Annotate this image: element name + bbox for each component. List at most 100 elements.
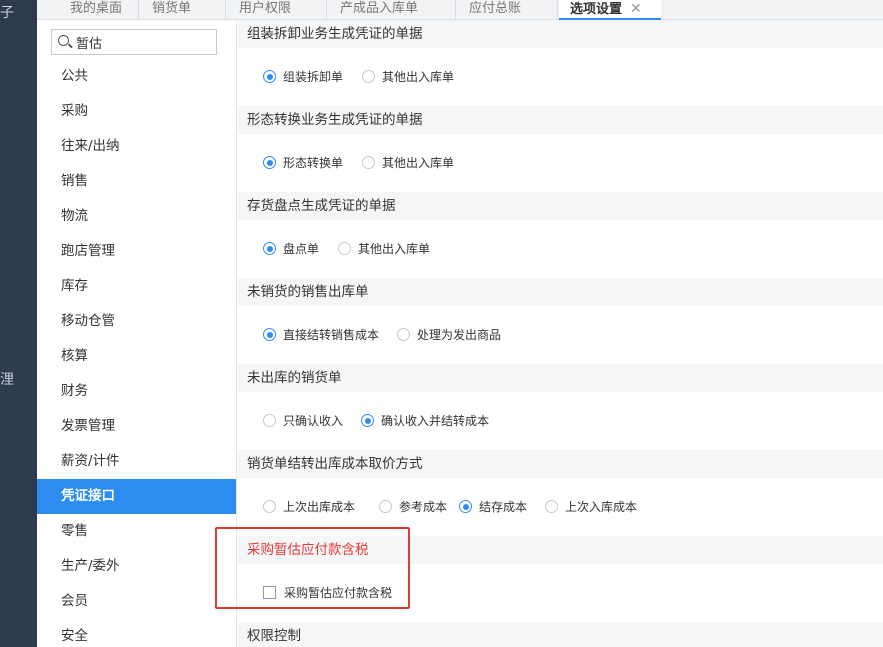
tab-label: 应付总账 <box>469 1 522 16</box>
radio-option[interactable]: 形态转换单 <box>263 154 343 172</box>
section-body: 形态转换单 其他出入库单 <box>238 134 883 192</box>
radio-icon[interactable] <box>263 500 276 513</box>
radio-label: 处理为发出商品 <box>417 328 502 342</box>
tab-label: 销货单 <box>152 1 192 16</box>
radio-icon[interactable] <box>545 500 558 513</box>
section-header: 存货盘点生成凭证的单据 <box>238 192 883 220</box>
section-body: 组装拆卸单 其他出入库单 <box>238 48 883 106</box>
rail-glyph-mid: 浬 <box>0 372 14 388</box>
radio-label: 直接结转销售成本 <box>283 328 380 342</box>
radio-label: 结存成本 <box>479 500 528 514</box>
section-body: 上次出库成本 参考成本 结存成本 上次入库成本 <box>238 478 883 536</box>
tab-user-permission[interactable]: 用户权限 <box>226 0 327 20</box>
sidebar-item[interactable]: 发票管理 <box>37 409 236 444</box>
tab-option-settings[interactable]: 选项设置 ✕ <box>559 0 661 20</box>
radio-option[interactable]: 上次入库成本 <box>545 498 637 516</box>
radio-label: 其他出入库单 <box>358 242 431 256</box>
radio-label: 盘点单 <box>283 242 320 256</box>
close-icon[interactable]: ✕ <box>630 1 642 17</box>
radio-selected-icon[interactable] <box>263 242 276 255</box>
radio-label: 参考成本 <box>399 500 448 514</box>
tab-label: 选项设置 <box>570 2 623 17</box>
section-header: 销货单结转出库成本取价方式 <box>238 450 883 478</box>
radio-icon[interactable] <box>379 500 392 513</box>
checkbox-label: 采购暂估应付款含税 <box>284 586 393 600</box>
radio-option[interactable]: 直接结转销售成本 <box>263 326 379 344</box>
tab-payable-ledger[interactable]: 应付总账 <box>456 0 558 20</box>
rail-glyph-top: 子 <box>0 5 14 21</box>
radio-option[interactable]: 上次出库成本 <box>263 498 355 516</box>
section-header: 未销货的销售出库单 <box>238 278 883 306</box>
sidebar-item[interactable]: 销售 <box>37 164 236 199</box>
radio-label: 其他出入库单 <box>382 156 455 170</box>
sidebar-item[interactable]: 跑店管理 <box>37 234 236 269</box>
radio-label: 只确认收入 <box>283 414 344 428</box>
section-body: 盘点单 其他出入库单 <box>238 220 883 278</box>
section-header: 采购暂估应付款含税 <box>238 536 883 564</box>
app-left-rail: 子 浬 <box>0 0 37 647</box>
search-box <box>51 29 217 55</box>
radio-selected-icon[interactable] <box>263 70 276 83</box>
radio-label: 其他出入库单 <box>382 70 455 84</box>
tab-label: 我的桌面 <box>70 1 123 16</box>
search-input[interactable] <box>76 32 212 52</box>
section-body: 采购暂估应付款含税 <box>238 564 883 622</box>
radio-label: 形态转换单 <box>283 156 344 170</box>
checkbox-option[interactable]: 采购暂估应付款含税 <box>263 584 392 602</box>
sidebar-item[interactable]: 安全 <box>37 619 236 647</box>
sidebar-item[interactable]: 采购 <box>37 94 236 129</box>
sidebar-item[interactable]: 零售 <box>37 514 236 549</box>
settings-sidebar: 公共采购往来/出纳销售物流跑店管理库存移动仓管核算财务发票管理薪资/计件凭证接口… <box>37 20 237 647</box>
radio-option[interactable]: 盘点单 <box>263 240 319 258</box>
checkbox-icon[interactable] <box>263 586 276 599</box>
sidebar-item[interactable]: 会员 <box>37 584 236 619</box>
settings-content: 组装拆卸业务生成凭证的单据 组装拆卸单 其他出入库单 形态转换业务生成凭证的单据… <box>238 20 883 647</box>
sidebar-item[interactable]: 移动仓管 <box>37 304 236 339</box>
tab-finished-goods-in[interactable]: 产成品入库单 <box>327 0 456 20</box>
radio-option[interactable]: 其他出入库单 <box>338 240 430 258</box>
tab-my-desktop[interactable]: 我的桌面 <box>37 0 139 20</box>
section-header: 组装拆卸业务生成凭证的单据 <box>238 20 883 48</box>
sidebar-item[interactable]: 凭证接口 <box>37 479 236 514</box>
section-header: 形态转换业务生成凭证的单据 <box>238 106 883 134</box>
radio-selected-icon[interactable] <box>459 500 472 513</box>
radio-selected-icon[interactable] <box>361 414 374 427</box>
sidebar-item[interactable]: 核算 <box>37 339 236 374</box>
sidebar-item[interactable]: 公共 <box>37 59 236 94</box>
radio-option[interactable]: 只确认收入 <box>263 412 343 430</box>
radio-option[interactable]: 组装拆卸单 <box>263 68 343 86</box>
section-body: 直接结转销售成本 处理为发出商品 <box>238 306 883 364</box>
sidebar-item[interactable]: 物流 <box>37 199 236 234</box>
radio-label: 组装拆卸单 <box>283 70 344 84</box>
tab-label: 用户权限 <box>239 1 292 16</box>
section-header: 未出库的销货单 <box>238 364 883 392</box>
radio-icon[interactable] <box>338 242 351 255</box>
radio-icon[interactable] <box>397 328 410 341</box>
radio-option[interactable]: 处理为发出商品 <box>397 326 501 344</box>
section-header: 权限控制 <box>238 622 883 647</box>
radio-option[interactable]: 参考成本 <box>379 498 447 516</box>
sidebar-nav: 公共 采购 往来/出纳 销售 物流 跑店管理 库存 移动仓管 核算 财务 发票管理 薪资/计件 凭证接口… <box>37 59 236 647</box>
radio-option[interactable]: 结存成本 <box>459 498 527 516</box>
radio-icon[interactable] <box>263 414 276 427</box>
radio-label: 上次出库成本 <box>283 500 356 514</box>
radio-icon[interactable] <box>362 70 375 83</box>
radio-option[interactable]: 其他出入库单 <box>362 154 454 172</box>
radio-option[interactable]: 确认收入并结转成本 <box>361 412 489 430</box>
sidebar-item[interactable]: 生产/委外 <box>37 549 236 584</box>
radio-icon[interactable] <box>362 156 375 169</box>
sidebar-item[interactable]: 往来/出纳 <box>37 129 236 164</box>
radio-selected-icon[interactable] <box>263 156 276 169</box>
section-body: 只确认收入 确认收入并结转成本 <box>238 392 883 450</box>
tab-label: 产成品入库单 <box>340 1 419 16</box>
sidebar-item[interactable]: 财务 <box>37 374 236 409</box>
search-icon <box>58 35 69 46</box>
tab-sales-order[interactable]: 销货单 <box>139 0 226 20</box>
tab-bar: 我的桌面 销货单 用户权限 产成品入库单 应付总账 选项设置 ✕ <box>37 0 883 20</box>
radio-selected-icon[interactable] <box>263 328 276 341</box>
radio-label: 上次入库成本 <box>565 500 638 514</box>
radio-option[interactable]: 其他出入库单 <box>362 68 454 86</box>
sidebar-item[interactable]: 库存 <box>37 269 236 304</box>
radio-label: 确认收入并结转成本 <box>381 414 490 428</box>
sidebar-item[interactable]: 薪资/计件 <box>37 444 236 479</box>
